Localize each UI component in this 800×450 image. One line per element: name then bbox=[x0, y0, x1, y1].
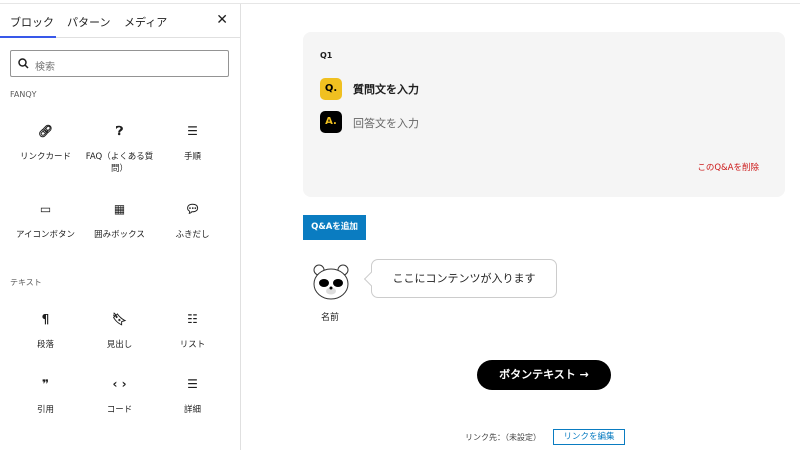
block-balloon[interactable]: 💬︎ ふきだし bbox=[156, 203, 229, 241]
tab-patterns[interactable]: パターン bbox=[67, 14, 110, 30]
block-steps[interactable]: ☰ 手順 bbox=[156, 125, 229, 163]
answer-input[interactable]: 回答文を入力 bbox=[353, 115, 419, 131]
block-list[interactable]: ☷ リスト bbox=[156, 313, 229, 351]
link-icon: 🔗︎ bbox=[37, 124, 54, 138]
add-qa-button[interactable]: Q&Aを追加 bbox=[303, 215, 366, 240]
search-placeholder: 検索 bbox=[35, 62, 55, 73]
search-input[interactable]: 検索 bbox=[10, 50, 229, 77]
block-label: FAQ（よくある質問） bbox=[85, 152, 154, 174]
category-text: テキスト bbox=[10, 278, 42, 287]
block-code[interactable]: ‹ › コード bbox=[83, 378, 156, 416]
block-label: 囲みボックス bbox=[94, 230, 145, 240]
block-icon-button[interactable]: ▭ アイコンボタン bbox=[9, 203, 82, 241]
link-destination: リンク先：（未設定） bbox=[465, 433, 541, 442]
a-badge: A. bbox=[320, 111, 342, 133]
q-badge: Q. bbox=[320, 78, 342, 100]
edit-link-button[interactable]: リンクを編集 bbox=[553, 429, 625, 445]
close-icon[interactable]: ✕ bbox=[216, 12, 228, 28]
editor-canvas: Q1 Q. 質問文を入力 A. 回答文を入力 このQ&Aを削除 Q&Aを追加 こ… bbox=[241, 4, 800, 450]
block-heading[interactable]: 🔖︎ 見出し bbox=[83, 313, 156, 351]
block-label: 手順 bbox=[183, 152, 201, 162]
bear-avatar-icon bbox=[313, 264, 349, 300]
quote-icon: ❞ bbox=[41, 377, 50, 391]
list-icon: ☷ bbox=[187, 312, 198, 326]
balloon-name[interactable]: 名前 bbox=[321, 310, 339, 323]
details-icon: ☰ bbox=[187, 377, 198, 391]
inserter-tabs: ブロック パターン メディア ✕ bbox=[0, 4, 240, 38]
text-button[interactable]: ボタンテキスト → bbox=[477, 360, 611, 390]
block-label: 詳細 bbox=[183, 405, 201, 415]
faq-number: Q1 bbox=[320, 51, 333, 60]
active-tab-indicator bbox=[0, 36, 56, 38]
block-link-card[interactable]: 🔗︎ リンクカード bbox=[9, 125, 82, 163]
search-icon bbox=[18, 58, 29, 69]
code-icon: ‹ › bbox=[112, 377, 127, 391]
tab-blocks[interactable]: ブロック bbox=[10, 14, 54, 30]
speech-bubble-icon: 💬︎ bbox=[184, 202, 201, 216]
delete-qa-link[interactable]: このQ&Aを削除 bbox=[697, 161, 759, 173]
faq-block[interactable]: Q1 Q. 質問文を入力 A. 回答文を入力 このQ&Aを削除 bbox=[303, 32, 785, 197]
paragraph-icon: ¶ bbox=[41, 312, 50, 326]
help-icon: ❓︎ bbox=[115, 124, 124, 138]
table-icon: ▦ bbox=[113, 202, 126, 216]
block-label: コード bbox=[106, 405, 133, 415]
block-quote[interactable]: ❞ 引用 bbox=[9, 378, 82, 416]
category-fanqy: FANQY bbox=[10, 90, 37, 99]
block-faq[interactable]: ❓︎ FAQ（よくある質問） bbox=[83, 125, 156, 175]
block-paragraph[interactable]: ¶ 段落 bbox=[9, 313, 82, 351]
block-label: リスト bbox=[179, 340, 206, 350]
block-label: アイコンボタン bbox=[15, 230, 76, 240]
block-label: ふきだし bbox=[175, 230, 210, 240]
ordered-list-icon: ☰ bbox=[187, 124, 198, 138]
button-icon: ▭ bbox=[39, 202, 52, 216]
question-input[interactable]: 質問文を入力 bbox=[353, 81, 419, 97]
block-details[interactable]: ☰ 詳細 bbox=[156, 378, 229, 416]
block-label: 段落 bbox=[36, 340, 54, 350]
block-inserter: ブロック パターン メディア ✕ 検索 FANQY 🔗︎ リンクカード ❓︎ FAQ… bbox=[0, 4, 241, 450]
block-label: 見出し bbox=[106, 340, 133, 350]
bookmark-icon: 🔖︎ bbox=[111, 312, 128, 326]
block-label: リンクカード bbox=[19, 152, 71, 162]
tab-media[interactable]: メディア bbox=[124, 14, 167, 30]
block-label: 引用 bbox=[36, 405, 54, 415]
speech-balloon[interactable]: ここにコンテンツが入ります bbox=[371, 259, 557, 298]
block-box[interactable]: ▦ 囲みボックス bbox=[83, 203, 156, 241]
